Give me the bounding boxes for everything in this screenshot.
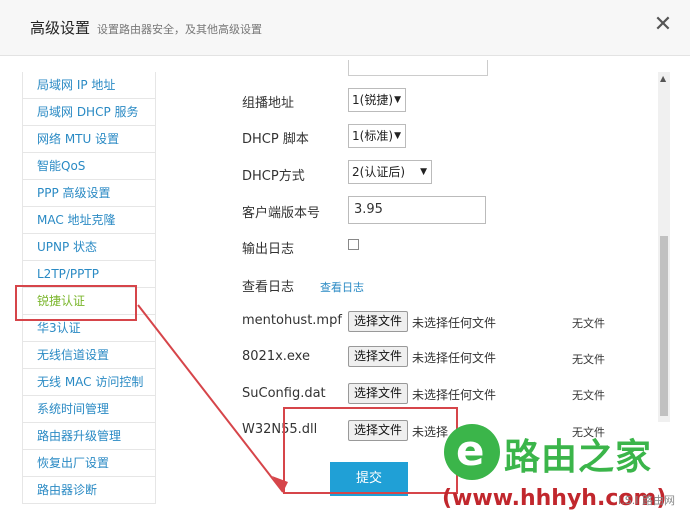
annotation-line	[137, 304, 284, 493]
watermark-tag: I.S.I 路由网	[618, 494, 675, 507]
watermark-logo-icon: e	[444, 424, 500, 480]
watermark-name: 路由之家	[504, 437, 653, 478]
watermark: e 路由之家 (www.hhhyh.com) I.S.I 路由网	[440, 422, 690, 522]
